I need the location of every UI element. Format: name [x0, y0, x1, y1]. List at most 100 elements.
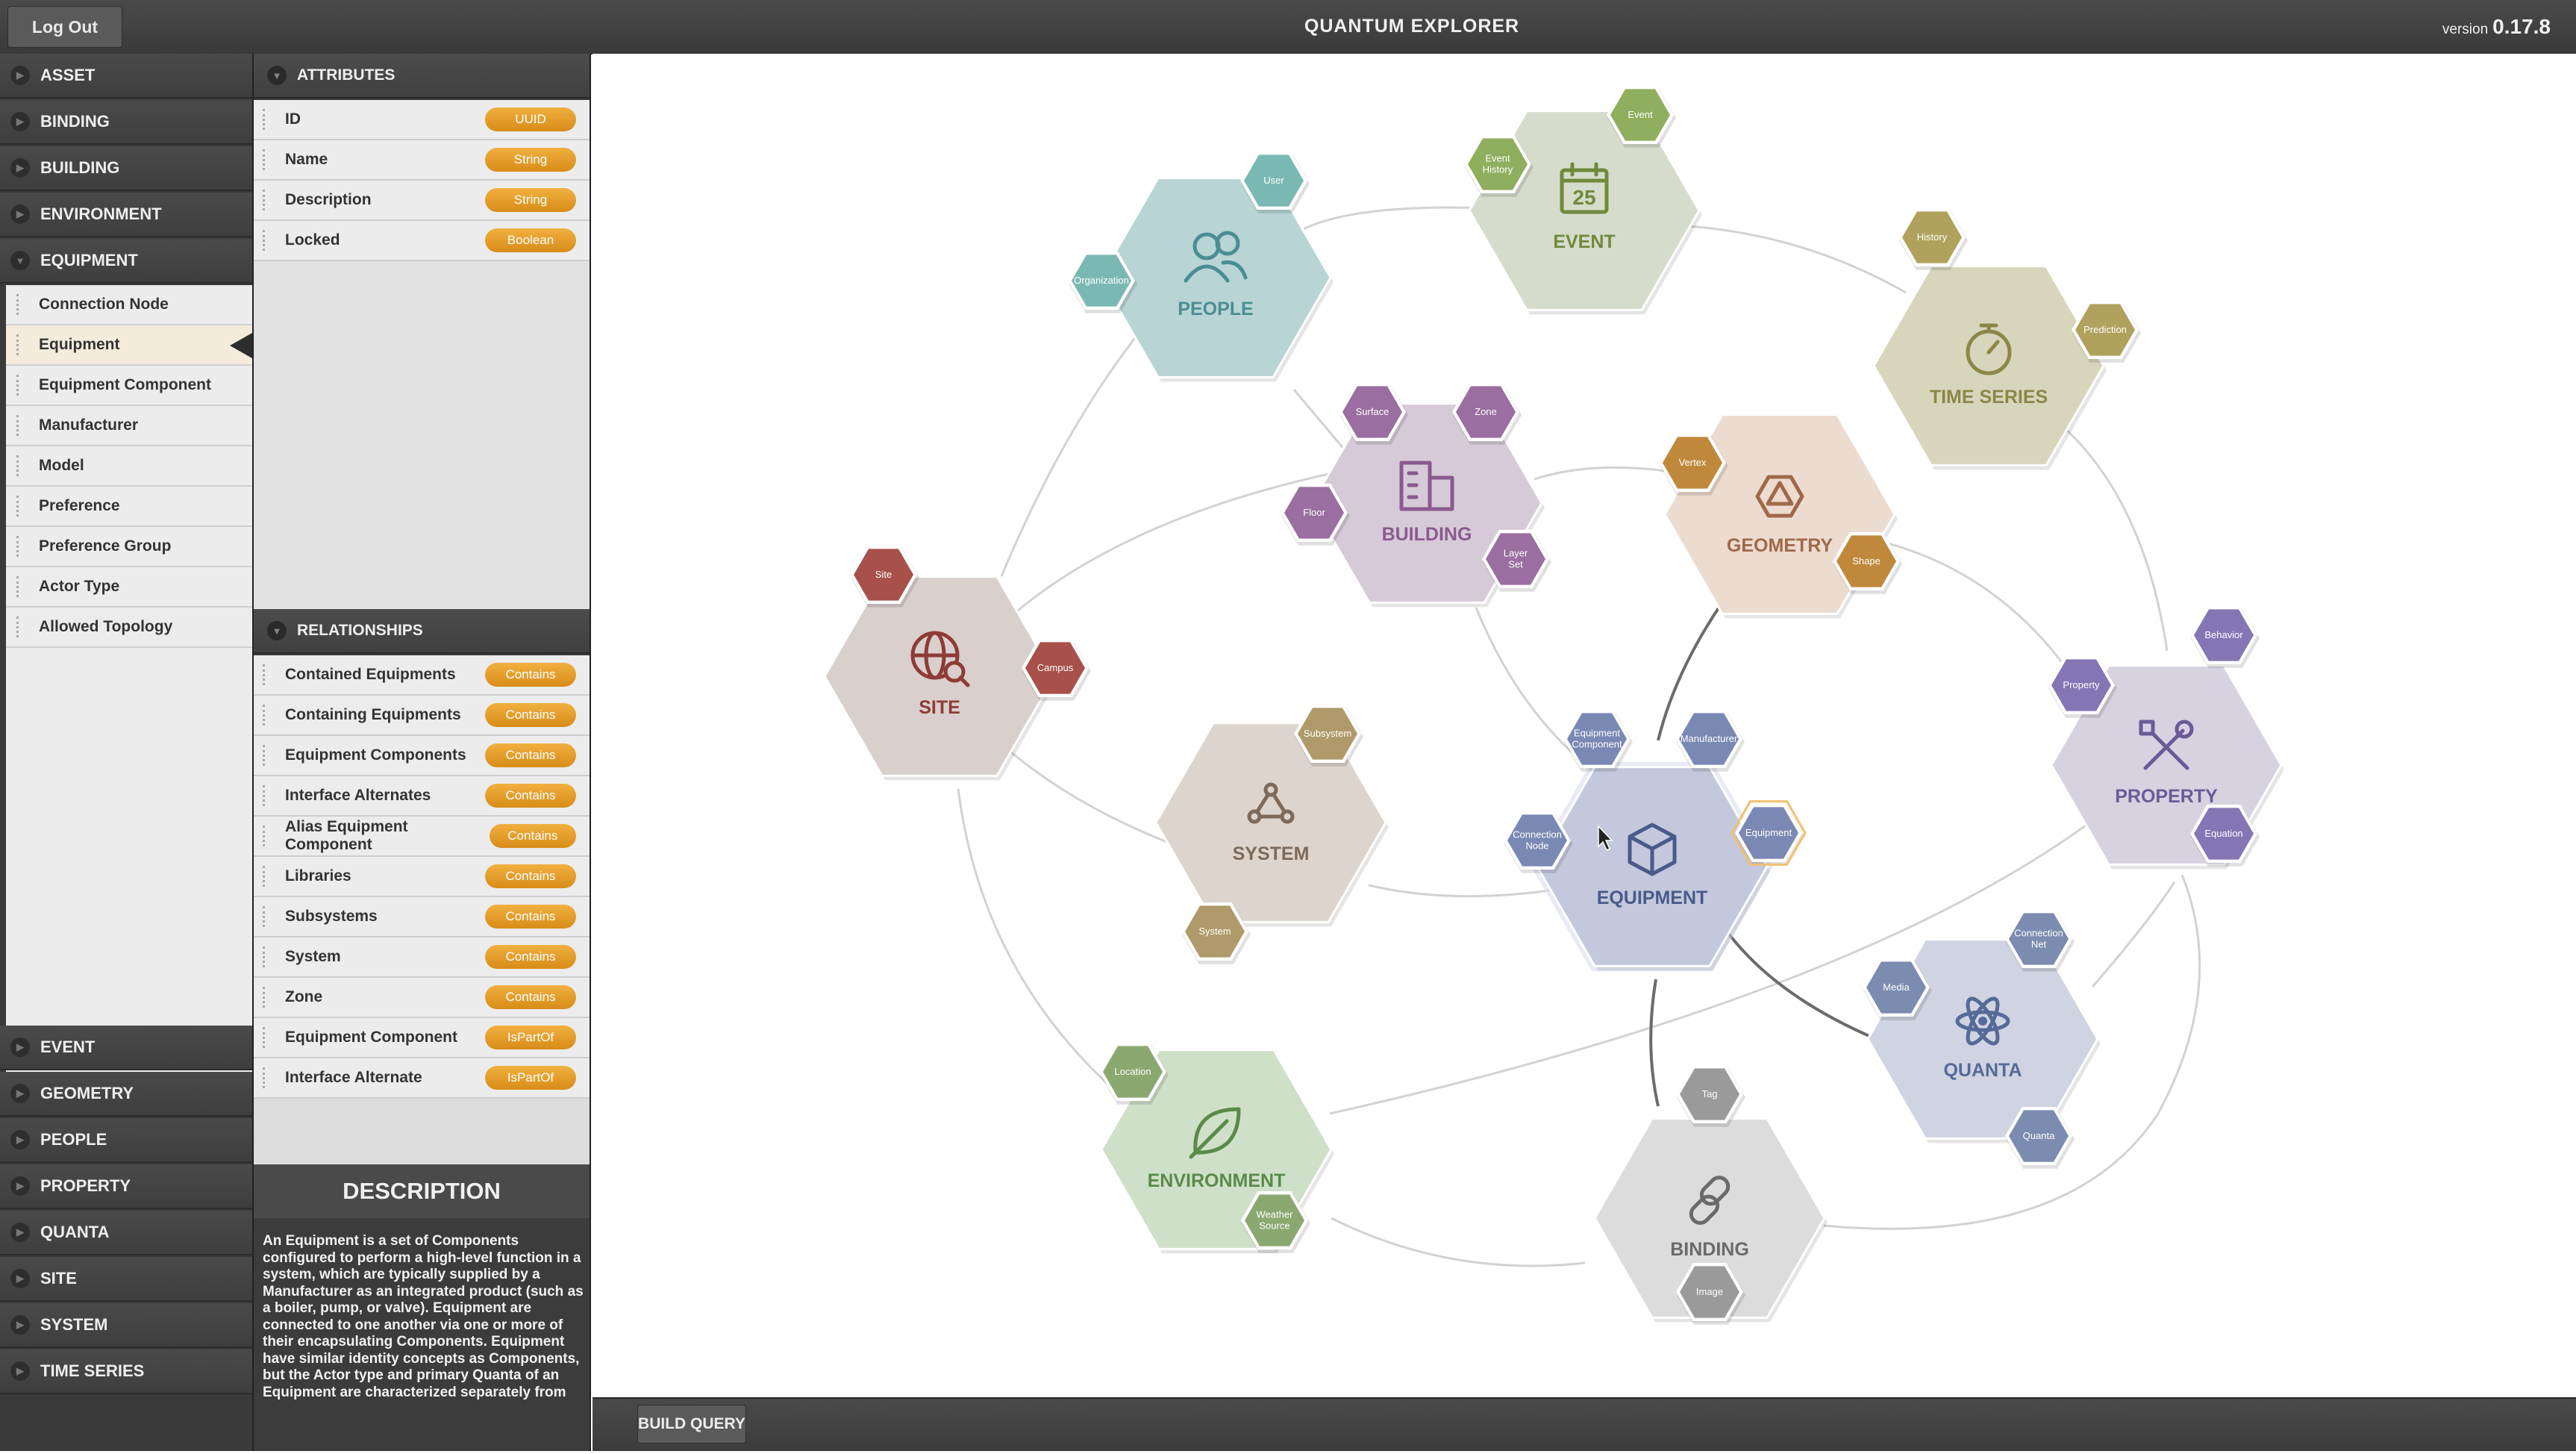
relationship-type-badge: Contains [485, 703, 576, 727]
satellite-label: Component [1572, 739, 1622, 750]
expand-icon: ▶ [10, 1223, 30, 1242]
relationship-row[interactable]: Zone Contains [254, 978, 590, 1018]
category-sidebar: ▶ ASSET ▶ BINDING ▶ BUILDING ▶ ENVIRONMENT ▼… [0, 54, 252, 1451]
satellite-label: History [1917, 231, 1948, 243]
satellite-node[interactable]: Behavior [2190, 606, 2260, 668]
graph-edge [1013, 470, 1339, 615]
logout-button[interactable]: Log Out [7, 6, 122, 48]
expand-icon: ▶ [10, 1315, 30, 1335]
nav-section-environment[interactable]: ▶ ENVIRONMENT [0, 193, 252, 237]
relationship-row[interactable]: Equipment Component IsPartOf [254, 1018, 590, 1058]
relationship-name: Zone [285, 988, 323, 1005]
expand-icon: ▶ [10, 158, 30, 178]
nav-section-event[interactable]: ▶ EVENT [0, 1026, 252, 1070]
nav-item-connection-node[interactable]: Connection Node [6, 285, 252, 325]
attribute-row[interactable]: Locked Boolean [254, 221, 590, 261]
nav-section-property[interactable]: ▶ PROPERTY [0, 1164, 252, 1209]
satellite-label: Subsystem [1304, 728, 1351, 739]
nav-section-system[interactable]: ▶ SYSTEM [0, 1303, 252, 1348]
nav-item-preference-group[interactable]: Preference Group [6, 527, 252, 567]
entity-graph[interactable]: PEOPLE 25 EVENT TIME SERIES BUILDING GEOMETRY… [593, 54, 2576, 1397]
satellite-label: User [1263, 175, 1284, 186]
collapse-icon: ▼ [267, 621, 287, 640]
relationship-row[interactable]: Equipment Components Contains [254, 736, 590, 776]
relationship-row[interactable]: Interface Alternates Contains [254, 776, 590, 817]
nav-section-label: SITE [40, 1269, 77, 1288]
satellite-label: Surface [1356, 406, 1389, 417]
attribute-row[interactable]: Description String [254, 181, 590, 221]
nav-section-quanta[interactable]: ▶ QUANTA [0, 1211, 252, 1255]
build-query-button[interactable]: BUILD QUERY [637, 1405, 746, 1444]
satellite-label: Set [1508, 559, 1523, 570]
nav-section-time-series[interactable]: ▶ TIME SERIES [0, 1350, 252, 1394]
nav-item-actor-type[interactable]: Actor Type [6, 567, 252, 608]
nav-item-allowed-topology[interactable]: Allowed Topology [6, 608, 252, 648]
relationship-row[interactable]: System Contains [254, 937, 590, 978]
satellite-label: Equation [2204, 828, 2242, 839]
relationship-type-badge: Contains [485, 784, 576, 808]
relationship-row[interactable]: Contained Equipments Contains [254, 655, 590, 696]
active-graph-edge [1722, 926, 1877, 1040]
node-people[interactable]: PEOPLE [1099, 177, 1334, 382]
attributes-header[interactable]: ▼ ATTRIBUTES [254, 54, 590, 99]
expand-icon: ▶ [10, 1361, 30, 1381]
relationship-name: Containing Equipments [285, 706, 461, 723]
attribute-row[interactable]: ID UUID [254, 100, 590, 140]
satellite-label: Property [2063, 679, 2100, 690]
node-label: ENVIRONMENT [1148, 1170, 1286, 1191]
relationship-row[interactable]: Subsystems Contains [254, 897, 590, 937]
active-graph-edge [1649, 979, 1660, 1107]
relationship-name: Alias Equipment Component [285, 818, 408, 853]
nav-section-label: PEOPLE [40, 1130, 107, 1149]
relationship-type-badge: Contains [489, 824, 576, 848]
satellite-label: Event [1628, 109, 1653, 120]
nav-section-label: EVENT [40, 1038, 96, 1056]
satellite-label: Image [1696, 1286, 1723, 1297]
description-text: An Equipment is a set of Components conf… [263, 1233, 584, 1400]
relationship-type-badge: Contains [485, 864, 576, 888]
graph-edge [2091, 882, 2176, 987]
nav-section-binding[interactable]: ▶ BINDING [0, 100, 252, 145]
satellite-label: History [1483, 164, 1513, 175]
nav-section-equipment[interactable]: ▼ EQUIPMENT [0, 239, 252, 284]
relationship-row[interactable]: Interface Alternate IsPartOf [254, 1058, 590, 1099]
relationship-row[interactable]: Alias Equipment Component Contains [254, 817, 590, 857]
node-hexagon [1872, 265, 2105, 467]
nav-item-equipment[interactable]: Equipment [6, 325, 252, 366]
nav-section-label: BUILDING [40, 158, 120, 177]
nav-section-label: BINDING [40, 112, 110, 131]
nav-section-asset[interactable]: ▶ ASSET [0, 54, 252, 99]
satellite-label: Layer [1504, 548, 1528, 559]
nav-section-geometry[interactable]: ▶ GEOMETRY [0, 1072, 252, 1117]
nav-section-label: TIME SERIES [40, 1361, 145, 1380]
relationship-type-badge: Contains [485, 945, 576, 969]
top-bar: Log Out QUANTUM EXPLORER version 0.17.8 [0, 0, 2576, 54]
attributes-empty-area [254, 261, 590, 609]
relationship-row[interactable]: Libraries Contains [254, 857, 590, 897]
relationship-row[interactable]: Containing Equipments Contains [254, 696, 590, 736]
nav-item-equipment-component[interactable]: Equipment Component [6, 366, 252, 406]
graph-edge [2062, 425, 2169, 652]
relationships-header[interactable]: ▼ RELATIONSHIPS [254, 609, 590, 654]
node-label: GEOMETRY [1727, 535, 1833, 556]
graph-nodes: PEOPLE 25 EVENT TIME SERIES BUILDING GEOMETRY… [823, 86, 2284, 1325]
nav-section-people[interactable]: ▶ PEOPLE [0, 1118, 252, 1163]
nav-section-label: EQUIPMENT [40, 251, 138, 269]
node-system[interactable]: SYSTEM [1154, 722, 1389, 927]
version-label: version 0.17.8 [2442, 0, 2551, 54]
attribute-row[interactable]: Name String [254, 140, 590, 181]
satellite-label: Manufacturer [1681, 733, 1738, 744]
satellite-label: Equipment [1574, 728, 1621, 739]
satellite-node[interactable]: History [1898, 208, 1968, 270]
nav-section-site[interactable]: ▶ SITE [0, 1257, 252, 1302]
nav-section-building[interactable]: ▶ BUILDING [0, 146, 252, 191]
node-equipment[interactable]: EQUIPMENT [1531, 761, 1773, 972]
entity-graph-canvas[interactable]: PEOPLE 25 EVENT TIME SERIES BUILDING GEOMETRY… [593, 54, 2576, 1397]
nav-item-preference[interactable]: Preference [6, 487, 252, 527]
node-timeseries[interactable]: TIME SERIES [1872, 265, 2107, 470]
bottom-bar: BUILD QUERY [593, 1397, 2576, 1451]
nav-section-label: SYSTEM [40, 1315, 108, 1334]
satellite-label: Zone [1475, 406, 1497, 417]
nav-item-model[interactable]: Model [6, 446, 252, 487]
nav-item-manufacturer[interactable]: Manufacturer [6, 406, 252, 446]
